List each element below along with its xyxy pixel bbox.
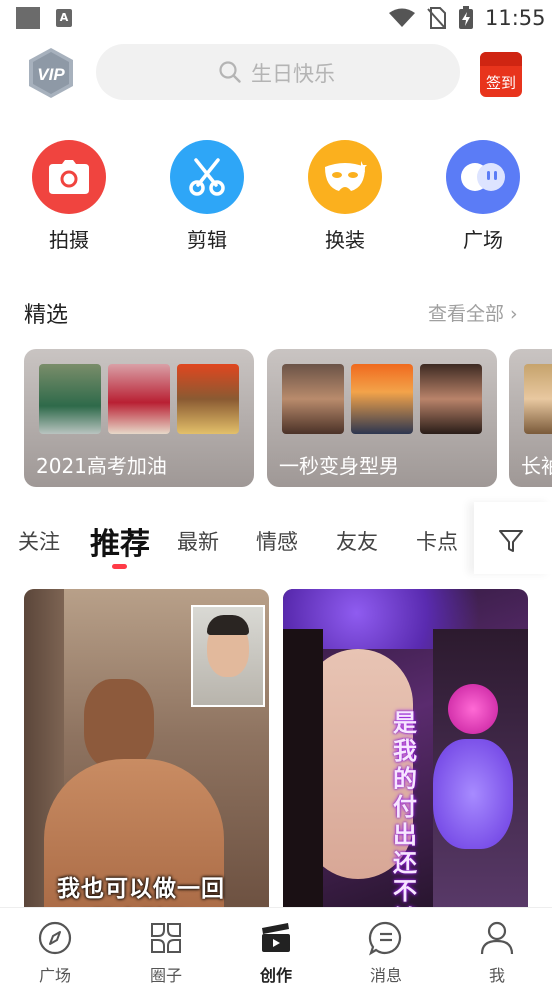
notification-icon xyxy=(16,7,40,29)
thumbnail-image xyxy=(177,364,239,434)
thumbnail-image xyxy=(108,364,170,434)
compass-icon xyxy=(38,921,72,955)
filter-button[interactable] xyxy=(474,502,552,574)
tool-costume[interactable]: 换装 xyxy=(308,140,382,253)
scissors-icon xyxy=(170,140,244,214)
grid-icon xyxy=(151,923,181,953)
featured-card[interactable]: 2021高考加油 xyxy=(24,349,254,487)
person-icon xyxy=(480,921,514,955)
tool-label: 换装 xyxy=(325,228,365,252)
see-all-link[interactable]: 查看全部 › xyxy=(428,299,518,326)
search-placeholder: 生日快乐 xyxy=(251,62,335,86)
featured-title: 精选 xyxy=(24,303,69,328)
clock: 11:55 xyxy=(485,6,546,30)
nav-label: 圈子 xyxy=(149,966,182,985)
battery-charging-icon xyxy=(459,6,473,29)
wifi-icon xyxy=(389,8,415,27)
vertical-caption: 是我的付出还不够 xyxy=(393,709,417,919)
featured-caption: 长袖 xyxy=(521,454,552,478)
message-icon xyxy=(368,921,402,956)
nav-label: 我 xyxy=(488,966,505,985)
featured-card[interactable]: 一秒变身型男 xyxy=(267,349,497,487)
nav-messages[interactable]: 消息 xyxy=(351,920,421,986)
envelope-flap xyxy=(480,52,522,66)
video-card[interactable]: 我也可以做一回 肌肉型男 xyxy=(24,589,269,919)
nav-label: 创作 xyxy=(259,966,292,985)
status-bar: A 11:55 xyxy=(0,0,552,36)
tab-emotion[interactable]: 情感 xyxy=(256,526,298,556)
tool-label: 广场 xyxy=(463,228,503,252)
a-app-icon: A xyxy=(56,9,72,27)
signin-button[interactable]: 签到 xyxy=(480,52,522,97)
tool-label: 剪辑 xyxy=(187,228,227,252)
thumbnail-image xyxy=(282,364,344,434)
nav-square[interactable]: 广场 xyxy=(20,920,90,986)
thumbnail-image xyxy=(39,364,101,434)
mask-icon xyxy=(308,140,382,214)
search-input[interactable]: 生日快乐 xyxy=(96,44,460,100)
video-card[interactable]: 是我的付出还不够 xyxy=(283,589,528,919)
person-head xyxy=(84,679,154,769)
active-tab-indicator xyxy=(112,564,127,569)
nav-label: 消息 xyxy=(369,966,402,985)
chat-bubble-icon xyxy=(446,140,520,214)
hair xyxy=(207,615,249,635)
picture-in-picture xyxy=(191,605,265,707)
bottom-nav: 广场 圈子 创作 消息 我 xyxy=(0,907,552,986)
vip-badge[interactable]: VIP xyxy=(26,46,76,100)
search-icon xyxy=(219,61,241,83)
tab-friends[interactable]: 友友 xyxy=(336,526,378,556)
tab-recommend[interactable]: 推荐 xyxy=(90,519,150,563)
nav-circle[interactable]: 圈子 xyxy=(131,920,201,986)
svg-text:VIP: VIP xyxy=(37,65,65,84)
camera-icon xyxy=(32,140,106,214)
thumbnail-image xyxy=(351,364,413,434)
no-sim-icon xyxy=(427,7,446,29)
tab-latest[interactable]: 最新 xyxy=(177,526,219,556)
signin-label: 签到 xyxy=(485,74,516,92)
tool-square[interactable]: 广场 xyxy=(446,140,520,253)
video-caption: 我也可以做一回 xyxy=(57,876,225,902)
nav-label: 广场 xyxy=(38,966,71,985)
clapperboard-icon xyxy=(262,923,290,952)
featured-caption: 一秒变身型男 xyxy=(279,454,399,478)
tab-follow[interactable]: 关注 xyxy=(18,526,60,556)
purple-flower xyxy=(433,739,513,849)
thumbnail-image xyxy=(420,364,482,434)
filter-icon xyxy=(499,530,523,552)
nav-create[interactable]: 创作 xyxy=(241,920,311,986)
featured-caption: 2021高考加油 xyxy=(36,454,167,478)
hair xyxy=(283,629,323,919)
tool-edit[interactable]: 剪辑 xyxy=(170,140,244,253)
tool-label: 拍摄 xyxy=(49,228,89,252)
featured-card[interactable]: 长袖 xyxy=(509,349,552,487)
thumbnail-image xyxy=(524,364,552,434)
nav-me[interactable]: 我 xyxy=(462,920,532,986)
tool-shoot[interactable]: 拍摄 xyxy=(32,140,106,253)
tab-beat[interactable]: 卡点 xyxy=(416,526,458,556)
pink-flower xyxy=(448,684,498,734)
